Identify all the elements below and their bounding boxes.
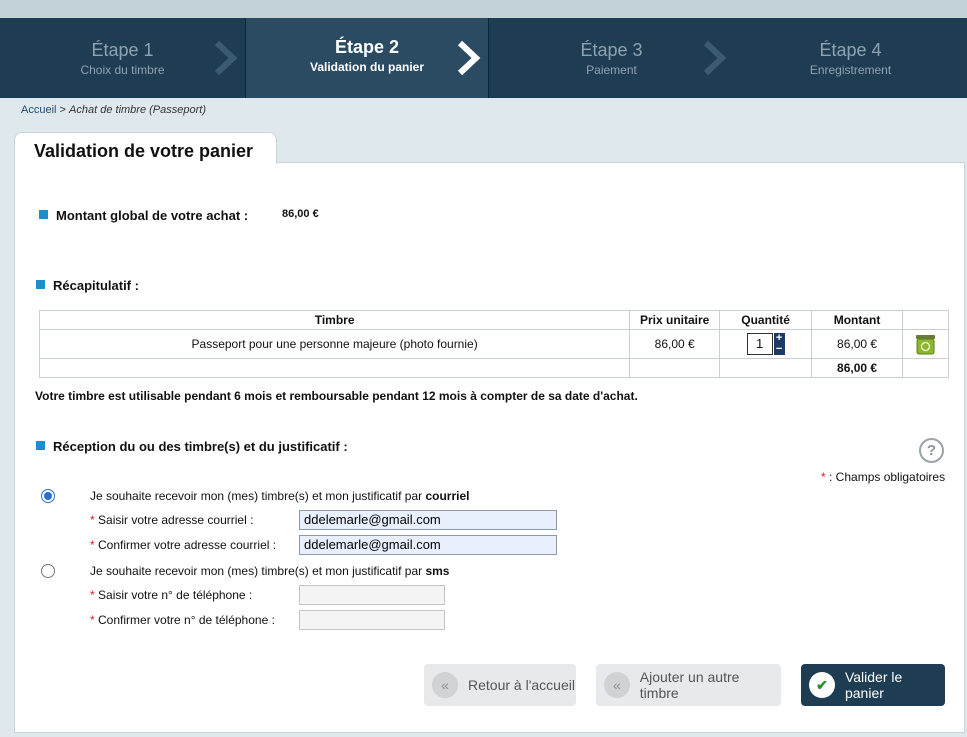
col-header-stamp: Timbre [38, 310, 631, 330]
total-label: Montant global de votre achat : [56, 208, 249, 223]
total-section-heading: Montant global de votre achat : [39, 208, 248, 223]
step-2-active: Étape 2 Validation du panier [245, 18, 489, 98]
quantity-stepper: 1 + − [746, 333, 785, 355]
recap-label: Récapitulatif : [53, 278, 139, 293]
email-option-label: Je souhaite recevoir mon (mes) timbre(s)… [90, 489, 470, 503]
step-3: Étape 3 Paiement [489, 18, 734, 98]
help-icon[interactable]: ? [919, 438, 944, 463]
step-2-title: Étape 2 [334, 37, 400, 57]
step-4-subtitle: Enregistrement [809, 63, 892, 77]
total-amount: 86,00 € [282, 208, 319, 220]
required-text: : Champs obligatoires [829, 470, 946, 484]
phone-confirm-input[interactable] [299, 610, 445, 630]
email-confirm-input[interactable]: ddelemarle@gmail.com [299, 535, 557, 555]
quantity-buttons: + − [773, 333, 785, 355]
validate-cart-button[interactable]: ✔ Valider le panier [801, 664, 945, 706]
email-input[interactable]: ddelemarle@gmail.com [299, 510, 557, 530]
chevron-right-icon [214, 40, 238, 76]
table-header-row: Timbre Prix unitaire Quantité Montant [38, 310, 949, 330]
validity-note: Votre timbre est utilisable pendant 6 mo… [35, 389, 638, 403]
page-tab: Validation de votre panier [14, 132, 277, 164]
back-home-button[interactable]: « Retour à l'accueil [424, 664, 576, 706]
cell-delete [902, 329, 949, 359]
validate-cart-label: Valider le panier [844, 669, 903, 701]
cell-stamp: Passeport pour une personne majeure (pho… [38, 329, 631, 359]
sms-option-label: Je souhaite recevoir mon (mes) timbre(s)… [90, 564, 450, 578]
recap-heading: Récapitulatif : [36, 278, 139, 293]
page-title: Validation de votre panier [34, 141, 254, 161]
required-note: * : Champs obligatoires [821, 470, 945, 484]
step-1-title: Étape 1 [91, 40, 154, 60]
step-1-subtitle: Choix du timbre [80, 63, 165, 77]
phone-label: * Saisir votre n° de téléphone : [90, 588, 253, 602]
col-header-unit-price: Prix unitaire [629, 310, 721, 330]
col-header-amount: Montant [811, 310, 903, 330]
col-header-actions [902, 310, 949, 330]
cell-unit-price: 86,00 € [629, 329, 721, 359]
double-chevron-left-icon: « [432, 672, 458, 698]
col-header-quantity: Quantité [719, 310, 813, 330]
phone-confirm-label: * Confirmer votre n° de téléphone : [90, 613, 275, 627]
cell-quantity: 1 + − [719, 329, 813, 359]
bullet-square-icon [39, 210, 48, 219]
step-4: Étape 4 Enregistrement [734, 18, 967, 98]
recap-table: Timbre Prix unitaire Quantité Montant Pa… [38, 310, 949, 378]
table-total-row: 86,00 € [38, 358, 949, 378]
add-stamp-button[interactable]: « Ajouter un autre timbre [596, 664, 781, 706]
trash-icon[interactable] [915, 334, 936, 355]
step-3-title: Étape 3 [580, 40, 643, 60]
breadcrumb-separator: > [59, 104, 66, 116]
cell-amount: 86,00 € [811, 329, 903, 359]
step-1: Étape 1 Choix du timbre [0, 18, 245, 98]
step-2-subtitle: Validation du panier [309, 60, 425, 74]
check-icon: ✔ [809, 672, 835, 698]
step-4-title: Étape 4 [819, 40, 882, 60]
double-chevron-left-icon: « [604, 672, 630, 698]
add-stamp-label: Ajouter un autre timbre [639, 669, 740, 701]
back-home-label: Retour à l'accueil [468, 677, 575, 693]
cell-total: 86,00 € [811, 358, 903, 378]
phone-input[interactable] [299, 585, 445, 605]
table-row: Passeport pour une personne majeure (pho… [38, 329, 949, 359]
bullet-square-icon [36, 441, 45, 450]
step-3-subtitle: Paiement [586, 63, 637, 77]
breadcrumb-current: Achat de timbre (Passeport) [69, 104, 206, 116]
decrement-button[interactable]: − [773, 344, 785, 355]
quantity-input[interactable]: 1 [746, 333, 773, 355]
chevron-right-icon [457, 40, 481, 76]
sms-radio[interactable] [41, 564, 55, 578]
required-star: * [821, 470, 826, 484]
email-label: * Saisir votre adresse courriel : [90, 513, 254, 527]
chevron-right-icon [703, 40, 727, 76]
reception-heading: Réception du ou des timbre(s) et du just… [36, 439, 348, 454]
bullet-square-icon [36, 280, 45, 289]
breadcrumb-home-link[interactable]: Accueil [21, 104, 56, 116]
email-confirm-label: * Confirmer votre adresse courriel : [90, 538, 277, 552]
email-radio[interactable] [41, 489, 55, 503]
sms-channel: sms [425, 564, 450, 578]
top-strip [0, 0, 967, 18]
breadcrumb: Accueil > Achat de timbre (Passeport) [21, 104, 206, 116]
progress-steps: Étape 1 Choix du timbre Étape 2 Validati… [0, 18, 967, 98]
reception-label: Réception du ou des timbre(s) et du just… [53, 439, 348, 454]
email-channel: courriel [425, 489, 470, 503]
